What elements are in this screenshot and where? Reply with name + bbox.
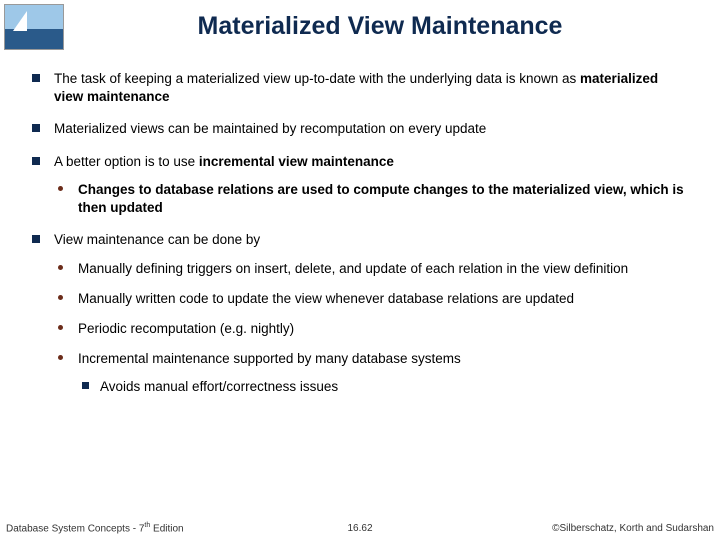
bold-text: Changes to database relations are used t… (78, 182, 684, 215)
book-logo (4, 4, 64, 50)
text: The task of keeping a materialized view … (54, 71, 580, 86)
slide: Materialized View Maintenance The task o… (0, 0, 720, 540)
text: View maintenance can be done by (54, 232, 260, 247)
slide-title: Materialized View Maintenance (60, 0, 700, 41)
sub-bullet-item: Periodic recomputation (e.g. nightly) (54, 320, 690, 338)
slide-content: The task of keeping a materialized view … (30, 70, 690, 411)
text: Avoids manual effort/correctness issues (100, 379, 338, 394)
bullet-item: Materialized views can be maintained by … (30, 120, 690, 138)
sub-sub-bullet-item: Avoids manual effort/correctness issues (78, 378, 690, 396)
bullet-item: View maintenance can be done by Manually… (30, 231, 690, 396)
text: Incremental maintenance supported by man… (78, 351, 461, 366)
bullet-list: The task of keeping a materialized view … (30, 70, 690, 397)
text: Manually defining triggers on insert, de… (78, 261, 628, 276)
text: Periodic recomputation (e.g. nightly) (78, 321, 294, 336)
bullet-item: A better option is to use incremental vi… (30, 153, 690, 218)
sub-bullet-item: Manually defining triggers on insert, de… (54, 260, 690, 278)
text: A better option is to use (54, 154, 199, 169)
sub-bullet-item: Incremental maintenance supported by man… (54, 350, 690, 396)
text: Manually written code to update the view… (78, 291, 574, 306)
bold-text: incremental view maintenance (199, 154, 394, 169)
sub-bullet-item: Manually written code to update the view… (54, 290, 690, 308)
sub-sub-bullet-list: Avoids manual effort/correctness issues (78, 378, 690, 396)
bullet-item: The task of keeping a materialized view … (30, 70, 690, 106)
sub-bullet-list: Changes to database relations are used t… (54, 181, 690, 217)
footer-copyright: ©Silberschatz, Korth and Sudarshan (552, 523, 714, 534)
sub-bullet-item: Changes to database relations are used t… (54, 181, 690, 217)
sub-bullet-list: Manually defining triggers on insert, de… (54, 260, 690, 397)
text: Materialized views can be maintained by … (54, 121, 486, 136)
